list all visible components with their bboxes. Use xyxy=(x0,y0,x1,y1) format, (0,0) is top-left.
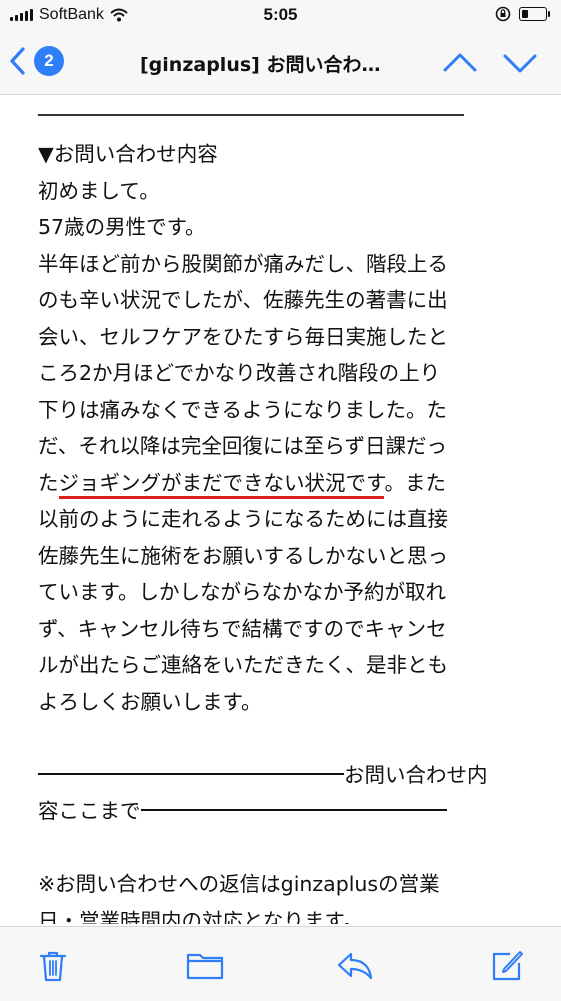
body-line: よろしくお願いします。 xyxy=(38,689,262,714)
body-line: ▼お問い合わせ内容 xyxy=(38,142,218,166)
body-line: 下りは痛みなくできるようになりました。た xyxy=(38,397,447,422)
navigation-bar: 2 [ginzaplus] お問い合わ… xyxy=(0,32,561,95)
email-body: ▼お問い合わせ内容 初めまして。 57歳の男性です。 半年ほど前から股関節が痛み… xyxy=(38,94,528,924)
separator-line xyxy=(38,114,464,116)
folder-icon[interactable] xyxy=(186,949,224,981)
body-line: ず、キャンセル待ちで結構ですのでキャンセ xyxy=(38,616,447,641)
body-line: 半年ほど前から股関節が痛みだし、階段上る xyxy=(38,251,448,276)
body-line: ルが出たらご連絡をいただきたく、是非とも xyxy=(38,653,448,677)
bottom-toolbar xyxy=(0,926,561,1001)
body-line: だ、それ以降は完全回復には至らず日課だっ xyxy=(38,434,447,458)
dash-rule xyxy=(38,772,344,775)
compose-icon[interactable] xyxy=(490,949,524,983)
dash-rule xyxy=(140,809,447,811)
end-marker-line: 容ここまで xyxy=(38,793,528,830)
highlight-suffix: 。また xyxy=(384,470,446,495)
chevron-left-icon xyxy=(10,47,25,75)
reply-icon[interactable] xyxy=(336,949,374,981)
status-time: 5:05 xyxy=(263,5,298,24)
body-line: 佐藤先生に施術をお願いするしかないと思っ xyxy=(38,543,448,568)
body-line: ころ2か月ほどでかなり改善され階段の上り xyxy=(38,361,441,385)
back-button[interactable]: 2 xyxy=(8,46,64,76)
highlight-prefix: た xyxy=(38,470,59,495)
body-line: 以前のように走れるようになるためには直接 xyxy=(38,507,448,531)
battery-icon xyxy=(519,7,550,21)
end-marker-line: お問い合わせ内 xyxy=(38,757,528,794)
note-line: 日・営業時間内の対応となります。 xyxy=(38,908,364,925)
orientation-lock-icon xyxy=(495,6,511,22)
red-underlined-text: ジョギングがまだできない状況です xyxy=(58,470,385,499)
body-line: 初めまして。 xyxy=(38,178,160,203)
body-line: ています。しかしながらなかなか予約が取れ xyxy=(38,580,446,604)
status-bar: SoftBank 5:05 xyxy=(0,0,561,32)
note-line: ※お問い合わせへの返信はginzaplusの営業 xyxy=(38,872,440,896)
status-right xyxy=(495,6,550,22)
highlighted-line: たジョギングがまだできない状況です。また xyxy=(38,465,528,502)
chevron-down-icon[interactable] xyxy=(500,48,540,78)
body-line: 57歳の男性です。 xyxy=(38,215,206,239)
trash-icon[interactable] xyxy=(38,949,68,983)
unread-count-badge: 2 xyxy=(34,46,64,76)
end-marker-text: 容ここまで xyxy=(38,799,141,823)
chevron-up-icon[interactable] xyxy=(440,48,480,78)
body-line: 会い、セルフケアをひたすら毎日実施したと xyxy=(38,324,448,349)
email-subject-title: [ginzaplus] お問い合わ… xyxy=(140,54,381,76)
body-line: のも辛い状況でしたが、佐藤先生の著書に出 xyxy=(38,288,448,312)
end-marker-text: お問い合わせ内 xyxy=(344,762,488,787)
